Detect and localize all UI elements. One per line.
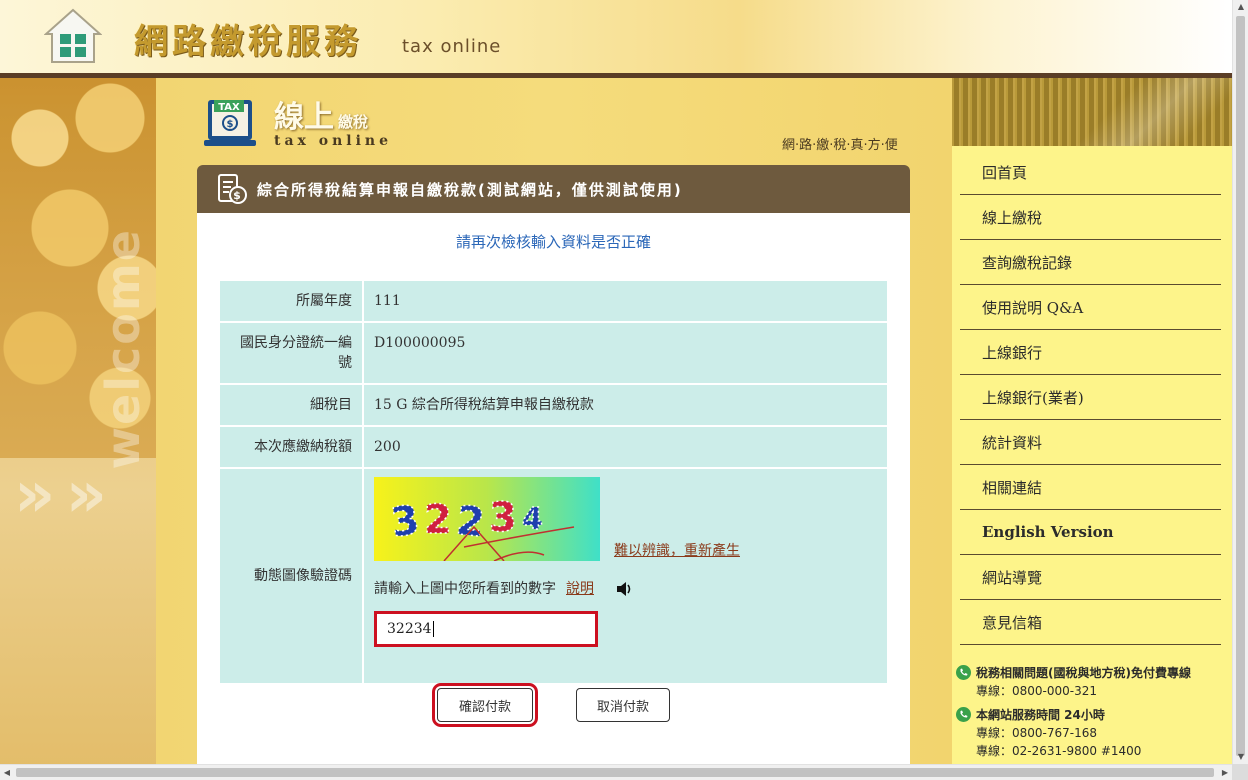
chevrons-decoration: » » <box>14 458 107 532</box>
captcha-row: 3 2 2 3 4 難以辨識，重新產生 <box>374 477 877 561</box>
text-caret <box>432 621 434 637</box>
cancel-payment-button[interactable]: 取消付款 <box>576 688 670 722</box>
sidebar-item-banks-business[interactable]: 上線銀行(業者) <box>960 375 1221 420</box>
sidebar-nav: 回首頁 線上繳稅 查詢繳稅記錄 使用說明 Q&A 上線銀行 上線銀行(業者) 統… <box>960 150 1221 645</box>
vertical-scroll-thumb[interactable] <box>1236 16 1245 756</box>
scroll-up-arrow-icon[interactable]: ▲ <box>1233 0 1248 14</box>
sidebar-item-online-tax[interactable]: 線上繳稅 <box>960 195 1221 240</box>
tax-laptop-icon: TAX $ <box>204 100 256 146</box>
scroll-right-arrow-icon[interactable]: ▶ <box>1218 765 1232 780</box>
sidebar-banner-image <box>952 78 1232 146</box>
sidebar-item-english[interactable]: English Version <box>960 510 1221 555</box>
sidebar: 回首頁 線上繳稅 查詢繳稅記錄 使用說明 Q&A 上線銀行 上線銀行(業者) 統… <box>952 146 1232 768</box>
service-text: 本網站服務時間 24小時 專線：0800-767-168 專線：02-2631-… <box>976 706 1141 760</box>
captcha-hint: 請輸入上圖中您所看到的數字 說明 <box>374 579 877 599</box>
table-row: 細稅目 15 G 綜合所得稅結算申報自繳稅款 <box>218 383 889 427</box>
scroll-left-arrow-icon[interactable]: ◀ <box>0 765 14 780</box>
amount-label: 本次應繳納稅額 <box>218 425 364 469</box>
service-title: 本網站服務時間 24小時 <box>976 708 1105 722</box>
confirm-payment-button[interactable]: 確認付款 <box>432 683 538 727</box>
service-row: 本網站服務時間 24小時 專線：0800-767-168 專線：02-2631-… <box>956 706 1228 760</box>
section-subtitle: tax online <box>274 133 392 149</box>
captcha-hint-text: 請輸入上圖中您所看到的數字 <box>374 581 556 597</box>
hotline-row: 稅務相關問題(國稅與地方稅)免付費專線 專線：0800-000-321 <box>956 664 1228 700</box>
captcha-input[interactable]: 32234 <box>374 611 598 647</box>
panel-heading: 綜合所得稅結算申報自繳稅款(測試網站，僅供測試使用) <box>257 180 683 199</box>
section-title: 線上 繳稅 <box>274 100 369 135</box>
hotline-text: 稅務相關問題(國稅與地方稅)免付費專線 專線：0800-000-321 <box>976 664 1191 700</box>
site-title: 網路繳稅服務 <box>134 22 362 62</box>
item-label: 細稅目 <box>218 383 364 427</box>
site-subtitle: tax online <box>402 36 502 57</box>
payment-details-table: 所屬年度 111 國民身分證統一編號 D100000095 細稅目 15 G 綜… <box>218 279 889 685</box>
table-row: 國民身分證統一編號 D100000095 <box>218 321 889 385</box>
horizontal-scroll-thumb[interactable] <box>16 768 1214 777</box>
receipt-dollar-icon: $ <box>218 174 247 204</box>
panel-body: 請再次檢核輸入資料是否正確 所屬年度 111 國民身分證統一編號 D100000… <box>197 213 910 768</box>
captcha-char: 2 <box>424 497 452 543</box>
scroll-down-arrow-icon[interactable]: ▼ <box>1233 750 1248 764</box>
hotline-number: 專線：0800-000-321 <box>976 684 1098 698</box>
service-line-1: 專線：0800-767-168 <box>976 726 1098 740</box>
captcha-image: 3 2 2 3 4 <box>374 477 600 561</box>
phone-icon <box>956 665 971 680</box>
captcha-input-value: 32234 <box>387 621 432 637</box>
slogan: 網·路·繳·稅·真·方·便 <box>782 138 898 153</box>
contact-info: 稅務相關問題(國稅與地方稅)免付費專線 專線：0800-000-321 本網站服… <box>956 664 1228 766</box>
speaker-icon[interactable] <box>616 581 634 597</box>
regenerate-captcha-link[interactable]: 難以辨識，重新產生 <box>614 541 740 561</box>
year-label: 所屬年度 <box>218 279 364 323</box>
id-label: 國民身分證統一編號 <box>218 321 364 385</box>
sidebar-item-feedback[interactable]: 意見信箱 <box>960 600 1221 645</box>
table-row: 本次應繳納稅額 200 <box>218 425 889 469</box>
check-message: 請再次檢核輸入資料是否正確 <box>455 233 651 251</box>
panel-header: $ 綜合所得稅結算申報自繳稅款(測試網站，僅供測試使用) <box>197 165 910 213</box>
table-row: 所屬年度 111 <box>218 279 889 323</box>
site-header: 網路繳稅服務 tax online <box>0 0 1232 78</box>
service-line-2: 專線：02-2631-9800 #1400 <box>976 744 1142 758</box>
captcha-label: 動態圖像驗證碼 <box>218 467 364 685</box>
sidebar-item-related-links[interactable]: 相關連結 <box>960 465 1221 510</box>
captcha-cell: 3 2 2 3 4 難以辨識，重新產生 請輸入上圖中您所看到的數字 說明 322… <box>362 467 889 685</box>
sidebar-item-banks[interactable]: 上線銀行 <box>960 330 1221 375</box>
table-row: 動態圖像驗證碼 3 2 2 3 4 難以辨識，重新產生 請輸入上圖中您所看到的數… <box>218 467 889 685</box>
welcome-watermark: welcome <box>96 228 150 470</box>
item-value: 15 G 綜合所得稅結算申報自繳稅款 <box>362 383 889 427</box>
explain-link[interactable]: 說明 <box>566 579 594 599</box>
year-value: 111 <box>362 279 889 323</box>
hotline-title: 稅務相關問題(國稅與地方稅)免付費專線 <box>976 666 1191 680</box>
scrollbar-corner <box>1232 764 1248 780</box>
home-icon[interactable] <box>44 8 102 64</box>
svg-text:$: $ <box>233 189 243 202</box>
captcha-char: 2 <box>454 498 486 547</box>
svg-text:TAX: TAX <box>218 102 240 113</box>
sidebar-item-home[interactable]: 回首頁 <box>960 150 1221 195</box>
vertical-scrollbar[interactable]: ▲ ▼ <box>1232 0 1248 764</box>
phone-icon <box>956 707 971 722</box>
captcha-char: 3 <box>489 495 517 541</box>
id-value: D100000095 <box>362 321 889 385</box>
captcha-char: 4 <box>522 502 543 537</box>
sidebar-item-payment-records[interactable]: 查詢繳稅記錄 <box>960 240 1221 285</box>
horizontal-scrollbar[interactable]: ◀ ▶ <box>0 764 1232 780</box>
svg-text:$: $ <box>227 119 234 130</box>
sidebar-item-sitemap[interactable]: 網站導覽 <box>960 555 1221 600</box>
sidebar-item-help-qa[interactable]: 使用說明 Q&A <box>960 285 1221 330</box>
amount-value: 200 <box>362 425 889 469</box>
sidebar-item-statistics[interactable]: 統計資料 <box>960 420 1221 465</box>
